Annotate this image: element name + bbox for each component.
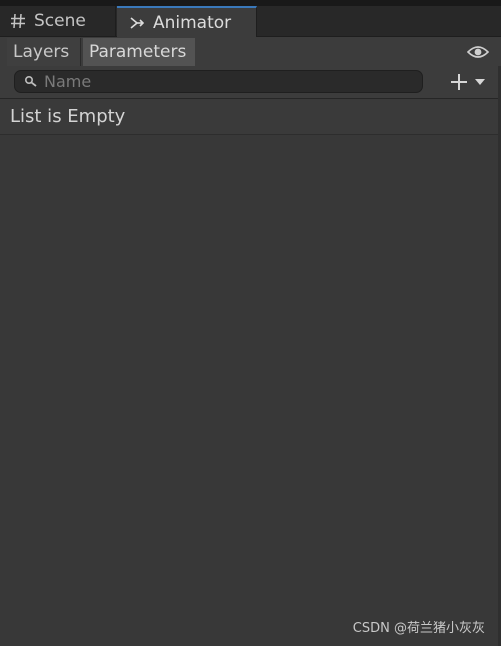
caret-down-icon [475, 79, 485, 85]
animator-icon [130, 16, 145, 29]
tab-animator-label: Animator [153, 12, 232, 33]
parameters-tab-button[interactable]: Parameters [83, 38, 195, 66]
grid-icon [11, 13, 25, 29]
search-input[interactable] [44, 72, 384, 91]
add-parameter-button[interactable] [449, 70, 491, 94]
search-field[interactable] [14, 70, 423, 93]
tab-bar: Scene Animator [0, 6, 501, 37]
search-icon [24, 75, 37, 87]
empty-list-text: List is Empty [10, 106, 126, 127]
layers-tab-button[interactable]: Layers [7, 38, 81, 66]
animator-window: Scene Animator Layers Parameters Name Li… [0, 0, 501, 646]
plus-icon [451, 74, 467, 90]
watermark-text: CSDN @荷兰猪小灰灰 [352, 621, 485, 636]
parameters-label: Parameters [89, 42, 187, 62]
eye-icon[interactable] [467, 44, 489, 60]
tab-scene-label: Scene [34, 11, 86, 31]
parameter-list-empty-row: List is Empty [0, 99, 501, 135]
tab-animator[interactable]: Animator [117, 6, 257, 37]
animator-toolbar: Layers Parameters [0, 37, 501, 66]
layers-label: Layers [13, 42, 70, 62]
search-row [0, 66, 501, 99]
tab-scene[interactable]: Scene [0, 6, 116, 36]
